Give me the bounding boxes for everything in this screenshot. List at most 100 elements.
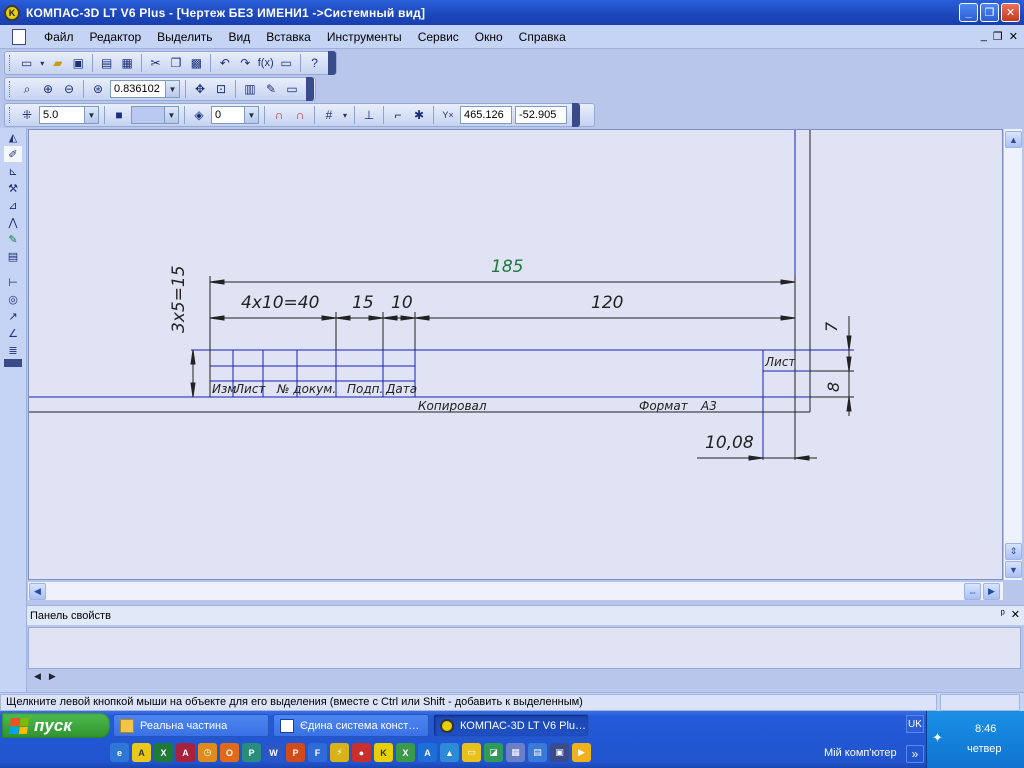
kompas-launch-icon[interactable]: A <box>132 743 151 762</box>
menu-file[interactable]: Файл <box>36 30 82 44</box>
vertical-scrollbar[interactable]: ▲ ⇕ ▼ <box>1003 129 1022 580</box>
dim-1008-text[interactable]: 10,08 <box>705 433 754 453</box>
word-launch-icon[interactable]: W <box>264 743 283 762</box>
image-icon[interactable]: ▲ <box>440 743 459 762</box>
nav-right-icon[interactable]: ▶ <box>49 671 56 687</box>
menu-help[interactable]: Справка <box>511 30 574 44</box>
snap-magnet-icon[interactable]: ∩ <box>270 106 288 124</box>
dim-vertical-text[interactable]: 3х5=15 <box>169 265 189 333</box>
outlook-icon[interactable]: O <box>220 743 239 762</box>
scroll-down-button[interactable]: ▼ <box>1005 561 1022 578</box>
ortho-icon[interactable]: ⌐ <box>389 106 407 124</box>
dim-10-text[interactable]: 10 <box>391 293 413 313</box>
measure-icon[interactable]: ⋀ <box>4 214 22 230</box>
snap-local-icon[interactable]: ∩ <box>291 106 309 124</box>
undo-icon[interactable]: ↶ <box>216 54 233 72</box>
menu-window[interactable]: Окно <box>467 30 511 44</box>
zoom-out-icon[interactable]: ⊖ <box>60 80 78 98</box>
coord-x-field[interactable]: 465.126 <box>460 106 512 124</box>
task-word-doc[interactable]: Єдина система конст… <box>273 714 429 737</box>
mdi-close-button[interactable]: ✕ <box>1009 30 1018 43</box>
task-real-part[interactable]: Реальна частина <box>113 714 269 737</box>
paste-icon[interactable]: ▩ <box>188 54 205 72</box>
horizontal-scrollbar[interactable]: ◀ ⇔ ▶ <box>28 581 1003 600</box>
start-button[interactable]: пуск <box>2 713 110 738</box>
zoom-window-icon[interactable]: ⌕ <box>18 80 36 98</box>
layers-view-icon[interactable]: ▭ <box>283 80 301 98</box>
menu-select[interactable]: Выделить <box>149 30 220 44</box>
show-all-icon[interactable]: ⊡ <box>212 80 230 98</box>
panel-toggle-icon[interactable] <box>4 359 22 367</box>
designations-icon[interactable]: ⚒ <box>4 180 22 196</box>
menu-insert[interactable]: Вставка <box>258 30 319 44</box>
zoom-combo[interactable]: 0.836102 ▼ <box>110 80 180 98</box>
layer-icon[interactable]: ◈ <box>190 106 208 124</box>
toolbar-options[interactable] <box>572 103 580 127</box>
print-icon[interactable]: ▤ <box>98 54 115 72</box>
scroll-page-button[interactable]: ⇕ <box>1005 543 1022 560</box>
app-x-icon[interactable]: X <box>396 743 415 762</box>
excel-icon[interactable]: X <box>154 743 173 762</box>
access-icon[interactable]: A <box>176 743 195 762</box>
dim-total-text[interactable]: 185 <box>491 257 523 277</box>
toolbar-grip[interactable] <box>9 55 12 71</box>
network-icon[interactable]: ✦ <box>932 731 946 745</box>
kompas-app-icon[interactable]: K <box>4 4 20 21</box>
cursor-step-icon[interactable]: ⁜ <box>18 106 36 124</box>
menu-service[interactable]: Сервис <box>410 30 467 44</box>
document-icon[interactable] <box>12 28 26 45</box>
close-panel-button[interactable]: ✕ <box>1011 608 1020 621</box>
dim-8-text[interactable]: 8 <box>824 382 843 392</box>
chevron-down-icon[interactable]: ▼ <box>244 107 258 123</box>
publisher-icon[interactable]: P <box>242 743 261 762</box>
close-button[interactable]: ✕ <box>1001 3 1020 22</box>
dimensions-icon[interactable]: ⊾ <box>4 163 22 179</box>
task-kompas[interactable]: КОМПАС-3D LT V6 Plu… <box>433 714 589 737</box>
grid-icon[interactable]: # <box>320 106 338 124</box>
arc-icon[interactable]: ↗ <box>4 308 22 324</box>
zoom-scale-icon[interactable]: ⊛ <box>89 80 107 98</box>
chevron-right-icon[interactable]: » <box>906 745 924 763</box>
help-pointer-icon[interactable]: ? <box>306 54 323 72</box>
save-icon[interactable]: ▣ <box>70 54 87 72</box>
kompas-small-icon[interactable]: K <box>374 743 393 762</box>
dim-120-text[interactable]: 120 <box>591 293 623 313</box>
menu-tools[interactable]: Инструменты <box>319 30 410 44</box>
my-computer-label[interactable]: Мій комп'ютер <box>824 747 897 759</box>
spec-icon[interactable]: ▤ <box>4 248 22 264</box>
cut-icon[interactable]: ✂ <box>147 54 164 72</box>
refresh-icon[interactable]: ▥ <box>241 80 259 98</box>
pan-icon[interactable]: ✥ <box>191 80 209 98</box>
round-icon[interactable]: ✱ <box>410 106 428 124</box>
redo-icon[interactable]: ↷ <box>237 54 254 72</box>
coord-y-field[interactable]: -52.905 <box>515 106 567 124</box>
desktop-icon[interactable]: ▤ <box>528 743 547 762</box>
language-indicator[interactable]: UK <box>906 715 924 733</box>
toolbar-options[interactable] <box>306 77 314 101</box>
linestyle-icon[interactable]: ■ <box>110 106 128 124</box>
display-icon[interactable]: ▣ <box>550 743 569 762</box>
notes-icon[interactable]: ▭ <box>462 743 481 762</box>
mdi-minimize-button[interactable]: _ <box>981 30 987 43</box>
dim-15-text[interactable]: 15 <box>352 293 374 313</box>
tool-icon[interactable]: ⚡ <box>330 743 349 762</box>
scroll-up-button[interactable]: ▲ <box>1005 131 1022 148</box>
hatch-icon[interactable]: ≣ <box>4 342 22 358</box>
pin-icon[interactable]: ᵖ <box>1001 608 1005 621</box>
chart-icon[interactable]: ◪ <box>484 743 503 762</box>
select-icon[interactable]: ✎ <box>4 231 22 247</box>
open-folder-icon[interactable]: ▰ <box>49 54 66 72</box>
zoom-in-icon[interactable]: ⊕ <box>39 80 57 98</box>
geometry-icon[interactable]: ◭ <box>4 129 22 145</box>
layer-combo[interactable]: 0 ▼ <box>211 106 259 124</box>
chevron-down-icon[interactable]: ▼ <box>165 81 179 97</box>
dim-7-text[interactable]: 7 <box>822 321 841 332</box>
print-preview-icon[interactable]: ▦ <box>118 54 135 72</box>
dim-rows-text[interactable]: 4х10=40 <box>241 293 319 313</box>
rebuild-icon[interactable]: ✎ <box>262 80 280 98</box>
chevron-down-icon[interactable]: ▼ <box>164 107 178 123</box>
powerpoint-icon[interactable]: P <box>286 743 305 762</box>
mdi-restore-button[interactable]: ❐ <box>993 30 1003 43</box>
toolbar-grip[interactable] <box>9 107 12 123</box>
edit-icon[interactable]: ✐ <box>4 146 22 162</box>
